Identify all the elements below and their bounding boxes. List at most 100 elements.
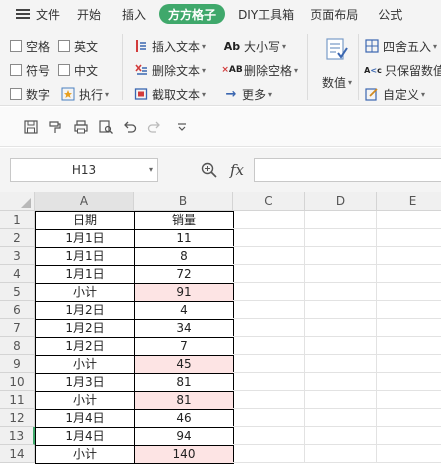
cell-a6[interactable]: 1月2日 xyxy=(35,301,135,320)
cell-b14[interactable]: 140 xyxy=(134,445,234,464)
insert-text-button[interactable]: 插入文本 ▾ xyxy=(133,36,206,56)
cell-c3[interactable] xyxy=(233,247,305,265)
cell-e11[interactable] xyxy=(377,391,441,409)
row-header-10[interactable]: 10 xyxy=(0,373,35,391)
row-header-9[interactable]: 9 xyxy=(0,355,35,373)
cell-a11[interactable]: 小计 xyxy=(35,391,135,410)
formula-input[interactable] xyxy=(254,158,441,182)
cell-c6[interactable] xyxy=(233,301,305,319)
cell-c10[interactable] xyxy=(233,373,305,391)
cell-c9[interactable] xyxy=(233,355,305,373)
cell-b2[interactable]: 11 xyxy=(134,229,234,248)
more-button[interactable]: → 更多 ▾ xyxy=(223,84,272,104)
cell-c8[interactable] xyxy=(233,337,305,355)
cell-b1[interactable]: 销量 xyxy=(134,211,234,230)
cell-a9[interactable]: 小计 xyxy=(35,355,135,374)
menu-formula[interactable]: 公式 xyxy=(365,0,409,28)
name-box[interactable]: H13 ▾ xyxy=(10,158,158,182)
menu-page-layout[interactable]: 页面布局 xyxy=(301,0,365,28)
cell-e9[interactable] xyxy=(377,355,441,373)
print-preview-icon[interactable] xyxy=(98,119,114,135)
cell-c2[interactable] xyxy=(233,229,305,247)
cell-c12[interactable] xyxy=(233,409,305,427)
checkbox-number[interactable]: 数字 xyxy=(10,84,50,104)
number-value-button[interactable]: 数值 ▾ xyxy=(318,32,356,106)
cell-a12[interactable]: 1月4日 xyxy=(35,409,135,428)
keep-value-button[interactable]: A < c 只保留数值 xyxy=(364,60,441,80)
row-header-1[interactable]: 1 xyxy=(0,211,35,229)
cell-c13[interactable] xyxy=(233,427,305,445)
cell-a13[interactable]: 1月4日 xyxy=(35,427,135,446)
checkbox-box[interactable] xyxy=(10,88,22,100)
cell-e13[interactable] xyxy=(377,427,441,445)
menu-home[interactable]: 开始 xyxy=(70,0,108,28)
cell-e5[interactable] xyxy=(377,283,441,301)
case-button[interactable]: Ab 大小写 ▾ xyxy=(223,36,286,56)
cell-e4[interactable] xyxy=(377,265,441,283)
cell-b8[interactable]: 7 xyxy=(134,337,234,356)
row-header-14[interactable]: 14 xyxy=(0,445,35,463)
cell-c14[interactable] xyxy=(233,445,305,463)
zoom-formula-icon[interactable] xyxy=(200,161,218,179)
cell-b13[interactable]: 94 xyxy=(134,427,234,446)
menu-diy-toolbox[interactable]: DIY工具箱 xyxy=(231,0,301,28)
cell-d9[interactable] xyxy=(305,355,377,373)
cell-c1[interactable] xyxy=(233,211,305,229)
cell-e3[interactable] xyxy=(377,247,441,265)
cell-c5[interactable] xyxy=(233,283,305,301)
cell-b11[interactable]: 81 xyxy=(134,391,234,410)
column-header-b[interactable]: B xyxy=(134,192,233,211)
row-header-3[interactable]: 3 xyxy=(0,247,35,265)
checkbox-symbol[interactable]: 符号 xyxy=(10,60,50,80)
cell-a3[interactable]: 1月1日 xyxy=(35,247,135,266)
cell-a14[interactable]: 小计 xyxy=(35,445,135,464)
menu-file[interactable]: 文件 xyxy=(0,0,70,28)
row-header-5[interactable]: 5 xyxy=(0,283,35,301)
column-header-a[interactable]: A xyxy=(35,192,134,211)
cell-b7[interactable]: 34 xyxy=(134,319,234,338)
row-header-12[interactable]: 12 xyxy=(0,409,35,427)
select-all-corner[interactable] xyxy=(0,192,35,211)
checkbox-space[interactable]: 空格 xyxy=(10,36,50,56)
format-painter-icon[interactable] xyxy=(47,119,63,135)
cell-d1[interactable] xyxy=(305,211,377,229)
checkbox-box[interactable] xyxy=(58,40,70,52)
menu-fangfang-tab[interactable]: 方方格子 xyxy=(159,4,226,24)
row-header-6[interactable]: 6 xyxy=(0,301,35,319)
checkbox-box[interactable] xyxy=(10,64,22,76)
cell-b9[interactable]: 45 xyxy=(134,355,234,374)
checkbox-chinese[interactable]: 中文 xyxy=(58,60,98,80)
cell-b3[interactable]: 8 xyxy=(134,247,234,266)
cell-b10[interactable]: 81 xyxy=(134,373,234,392)
cell-e10[interactable] xyxy=(377,373,441,391)
cell-d3[interactable] xyxy=(305,247,377,265)
menu-insert[interactable]: 插入 xyxy=(108,0,153,28)
checkbox-box[interactable] xyxy=(10,40,22,52)
column-header-c[interactable]: C xyxy=(233,192,305,211)
execute-button[interactable]: 执行 ▾ xyxy=(60,84,109,104)
cell-b6[interactable]: 4 xyxy=(134,301,234,320)
cell-d6[interactable] xyxy=(305,301,377,319)
cell-d14[interactable] xyxy=(305,445,377,463)
cell-e6[interactable] xyxy=(377,301,441,319)
cell-e12[interactable] xyxy=(377,409,441,427)
cell-d7[interactable] xyxy=(305,319,377,337)
row-header-13[interactable]: 13 xyxy=(0,427,35,445)
cell-a10[interactable]: 1月3日 xyxy=(35,373,135,392)
cell-a2[interactable]: 1月1日 xyxy=(35,229,135,248)
undo-icon[interactable] xyxy=(122,119,138,135)
cell-c11[interactable] xyxy=(233,391,305,409)
cell-d8[interactable] xyxy=(305,337,377,355)
customize-icon[interactable] xyxy=(174,119,190,135)
cell-d13[interactable] xyxy=(305,427,377,445)
extract-text-button[interactable]: 截取文本 ▾ xyxy=(133,84,206,104)
row-header-8[interactable]: 8 xyxy=(0,337,35,355)
fx-icon[interactable]: fx xyxy=(230,161,244,179)
cell-e1[interactable] xyxy=(377,211,441,229)
cell-b5[interactable]: 91 xyxy=(134,283,234,302)
save-icon[interactable] xyxy=(23,119,39,135)
row-header-2[interactable]: 2 xyxy=(0,229,35,247)
row-header-4[interactable]: 4 xyxy=(0,265,35,283)
cell-c4[interactable] xyxy=(233,265,305,283)
checkbox-box[interactable] xyxy=(58,64,70,76)
